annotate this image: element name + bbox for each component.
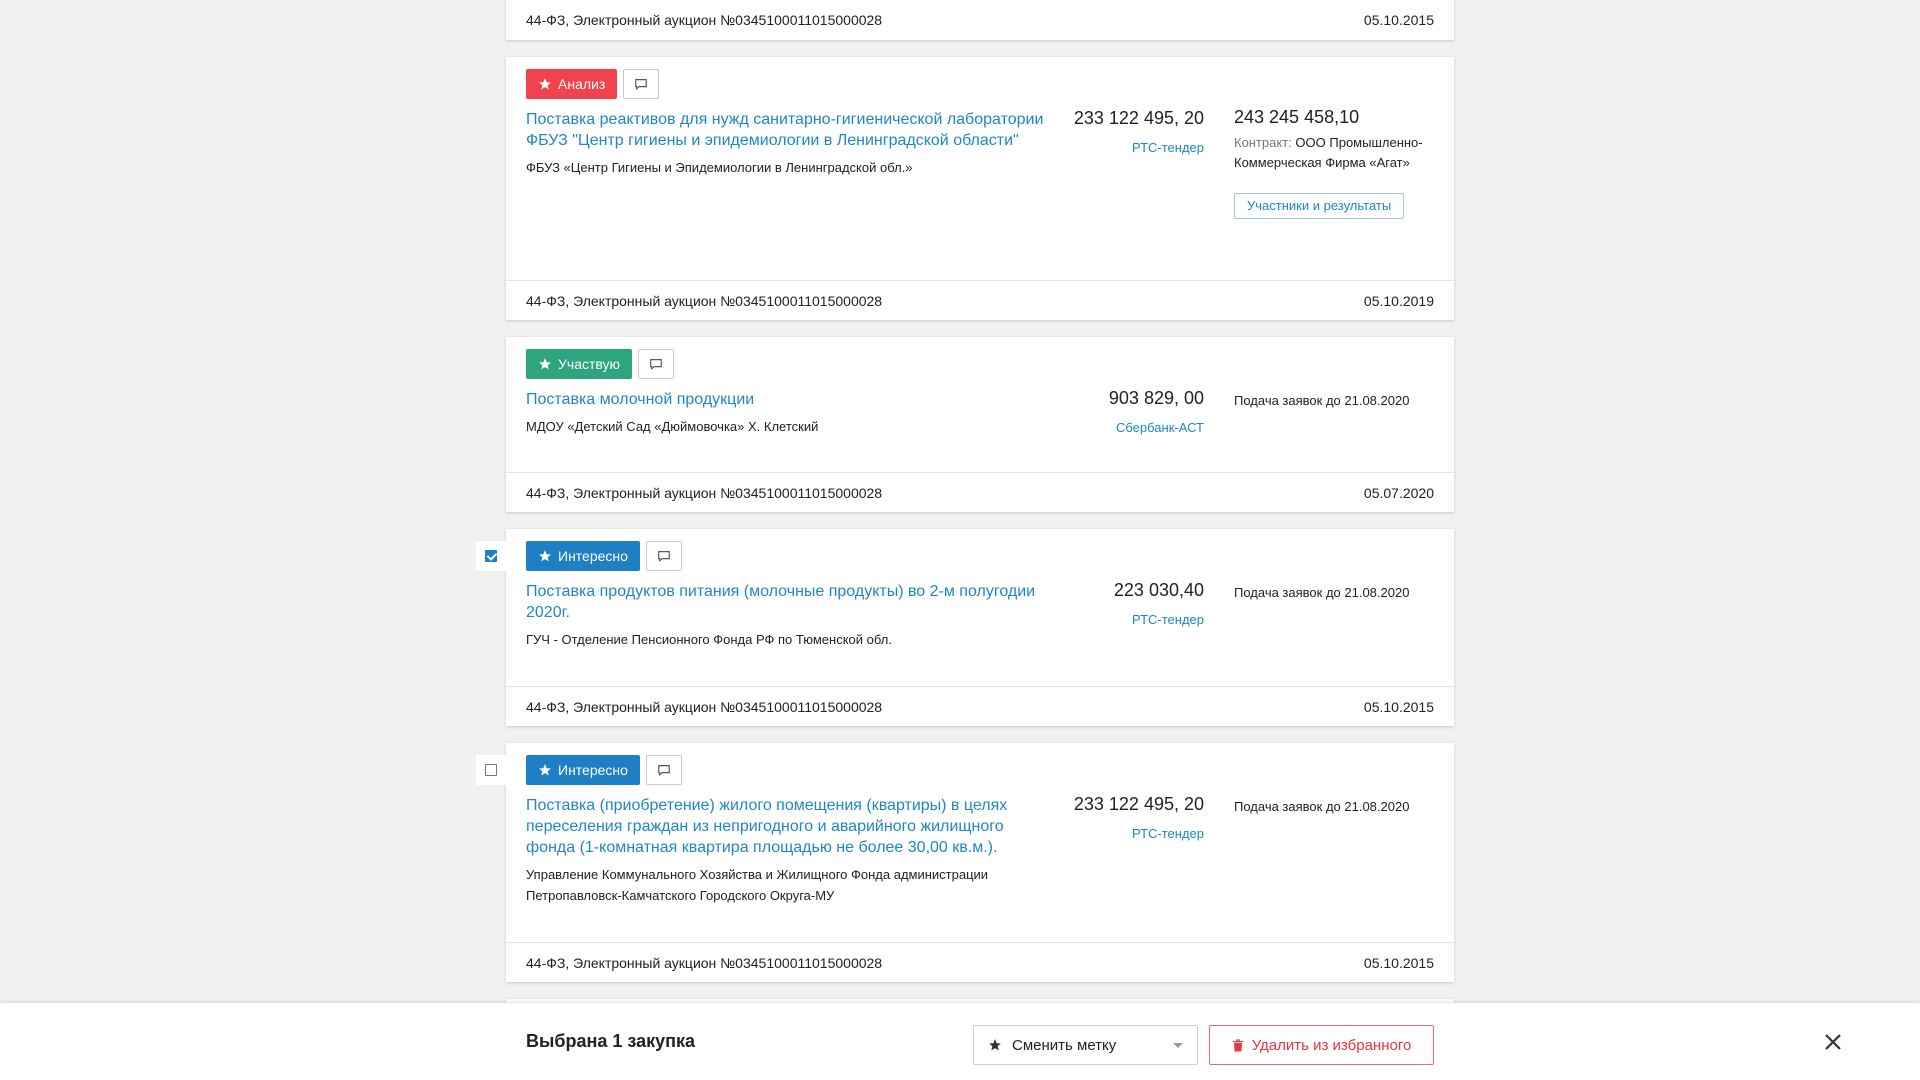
tender-card: Интересно Поставка продуктов питания (мо… (506, 529, 1454, 726)
tender-card: Участвую Поставка молочной продукции МДО… (506, 337, 1454, 512)
deadline-info: Подача заявок до 21.08.2020 (1234, 583, 1444, 603)
publish-date: 05.07.2020 (1363, 484, 1434, 501)
checkbox-icon (485, 550, 497, 562)
procurement-law-number: 44-ФЗ, Электронный аукцион №034510001101… (526, 12, 883, 28)
comment-button[interactable] (645, 541, 682, 571)
tag-label: Интересно (558, 548, 628, 564)
procurement-law-number: 44-ФЗ, Электронный аукцион №034510001101… (526, 292, 883, 309)
tender-card: 44-ФЗ, Электронный аукцион №034510001101… (506, 0, 1454, 40)
comment-icon (635, 79, 648, 91)
publish-date: 05.10.2015 (1363, 698, 1434, 715)
procurement-law-number: 44-ФЗ, Электронный аукцион №034510001101… (526, 698, 883, 715)
tender-title-link[interactable]: Поставка реактивов для нужд санитарно-ги… (526, 109, 1046, 151)
star-icon (539, 78, 551, 90)
select-checkbox[interactable] (476, 541, 506, 571)
publish-date: 05.10.2015 (1363, 954, 1434, 971)
tag-analysis-button[interactable]: Анализ (526, 69, 618, 99)
contract-info: 243 245 458,10 Контракт: ООО Промышленно… (1234, 107, 1444, 219)
comment-button[interactable] (638, 349, 675, 379)
star-icon (989, 1039, 1001, 1051)
close-icon[interactable] (1824, 1033, 1844, 1053)
tag-participate-button[interactable]: Участвую (526, 349, 633, 379)
tag-label: Анализ (558, 76, 606, 92)
initial-price: 903 829, 00 (1108, 388, 1204, 408)
initial-price: 233 122 495, 20 (1073, 794, 1204, 814)
customer-name: ГУЧ - Отделение Пенсионного Фонда РФ по … (526, 632, 892, 647)
card-footer: 44-ФЗ, Электронный аукцион №034510001101… (506, 942, 1454, 982)
star-icon (539, 550, 551, 562)
card-footer: 44-ФЗ, Электронный аукцион №034510001101… (506, 280, 1454, 320)
star-icon (539, 358, 551, 370)
deadline-info: Подача заявок до 21.08.2020 (1234, 391, 1444, 411)
tag-group: Интересно (526, 541, 682, 571)
customer-name: Управление Коммунального Хозяйства и Жил… (526, 867, 989, 903)
selection-count: Выбрана 1 закупка (526, 1031, 696, 1051)
chevron-down-icon (1173, 1043, 1183, 1048)
tag-group: Интересно (526, 755, 682, 785)
participants-results-button[interactable]: Участники и результаты (1234, 193, 1405, 219)
comment-icon (658, 765, 670, 777)
tender-title-link[interactable]: Поставка продуктов питания (молочные про… (526, 581, 1046, 623)
tender-title-link[interactable]: Поставка молочной продукции (526, 389, 1046, 410)
tag-interesting-button[interactable]: Интересно (526, 755, 640, 785)
tag-group: Анализ (526, 69, 660, 99)
tender-title-link[interactable]: Поставка (приобретение) жилого помещения… (526, 795, 1046, 858)
customer-name: МДОУ «Детский Сад «Дюймовочка» Х. Клетск… (526, 419, 819, 434)
tag-label: Интересно (558, 762, 628, 778)
tender-card: Анализ Поставка реактивов для нужд санит… (506, 57, 1454, 320)
tag-group: Участвую (526, 349, 675, 379)
change-label-text: Сменить метку (1012, 1036, 1117, 1054)
contract-price: 243 245 458,10 (1234, 107, 1360, 127)
trash-icon (1232, 1039, 1243, 1051)
comment-button[interactable] (645, 755, 682, 785)
card-footer: 44-ФЗ, Электронный аукцион №034510001101… (506, 0, 1454, 40)
contract-label: Контракт: (1234, 135, 1292, 150)
application-deadline: Подача заявок до 21.08.2020 (1234, 799, 1410, 814)
application-deadline: Подача заявок до 21.08.2020 (1234, 393, 1410, 408)
card-footer: 44-ФЗ, Электронный аукцион №034510001101… (506, 686, 1454, 726)
comment-icon (650, 359, 662, 371)
comment-icon (658, 551, 670, 563)
remove-from-favorites-button[interactable]: Удалить из избранного (1209, 1025, 1434, 1065)
comment-button[interactable] (623, 69, 660, 99)
procurement-law-number: 44-ФЗ, Электронный аукцион №034510001101… (526, 484, 883, 501)
star-icon (539, 764, 551, 776)
checkbox-icon (485, 764, 497, 776)
platform-link[interactable]: РТС-тендер (1132, 612, 1204, 627)
publish-date: 05.10.2019 (1363, 292, 1434, 309)
publish-date: 05.10.2015 (1363, 12, 1434, 28)
select-checkbox[interactable] (476, 755, 506, 785)
tag-interesting-button[interactable]: Интересно (526, 541, 640, 571)
selection-action-bar: Выбрана 1 закупка Сменить метку Удалить … (0, 1003, 1920, 1080)
application-deadline: Подача заявок до 21.08.2020 (1234, 585, 1410, 600)
platform-link[interactable]: РТС-тендер (1132, 826, 1204, 841)
initial-price: 223 030,40 (1113, 580, 1204, 600)
platform-link[interactable]: Сбербанк-АСТ (1116, 420, 1204, 435)
platform-link[interactable]: РТС-тендер (1132, 140, 1204, 155)
customer-name: ФБУЗ «Центр Гигиены и Эпидемиологии в Ле… (526, 160, 913, 175)
card-footer: 44-ФЗ, Электронный аукцион №034510001101… (506, 472, 1454, 512)
change-label-dropdown[interactable]: Сменить метку (973, 1025, 1198, 1065)
tender-card: Интересно Поставка (приобретение) жилого… (506, 743, 1454, 982)
remove-from-favorites-label: Удалить из избранного (1251, 1036, 1412, 1054)
initial-price: 233 122 495, 20 (1073, 108, 1204, 128)
procurement-law-number: 44-ФЗ, Электронный аукцион №034510001101… (526, 954, 883, 971)
deadline-info: Подача заявок до 21.08.2020 (1234, 797, 1444, 817)
tag-label: Участвую (558, 356, 621, 372)
